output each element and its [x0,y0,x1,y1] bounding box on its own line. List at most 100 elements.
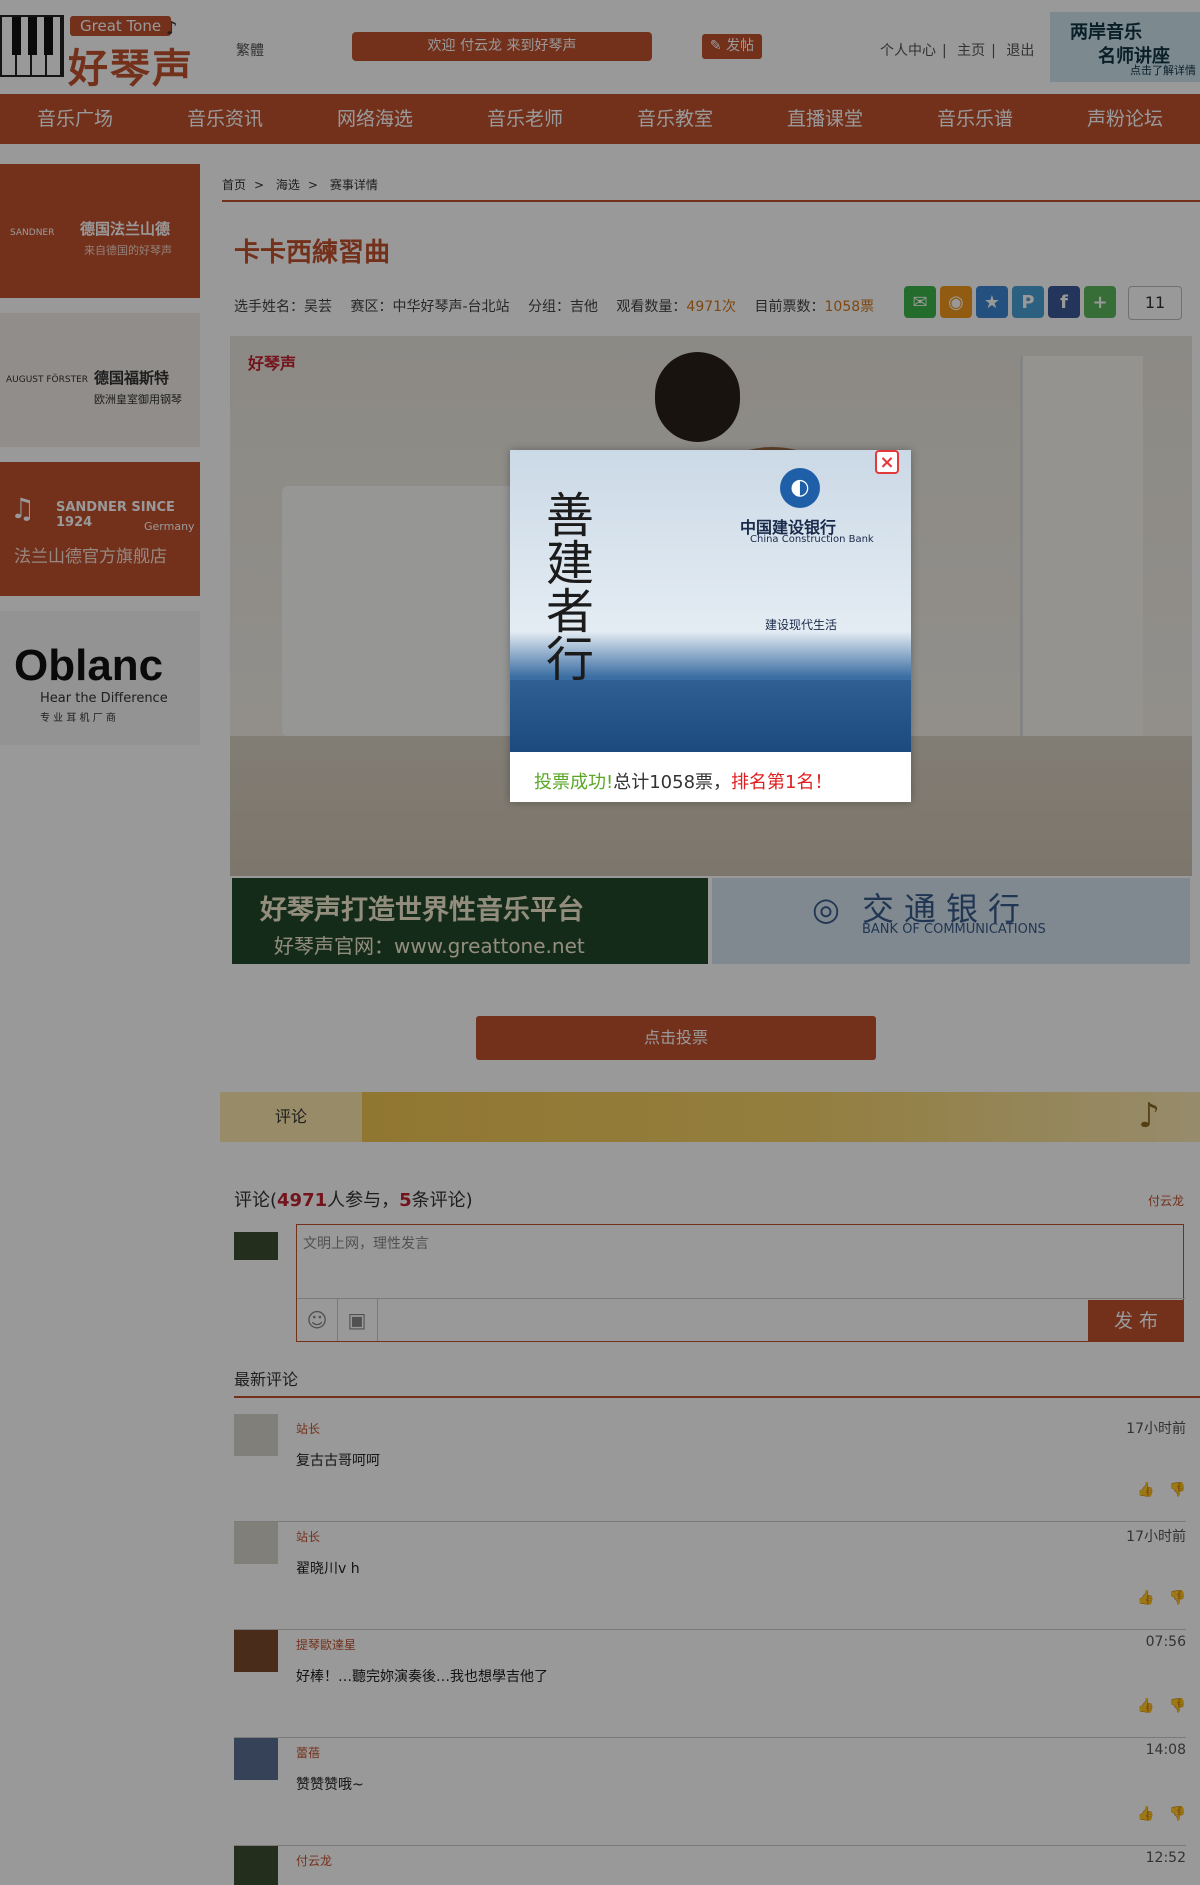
breadcrumb-home[interactable]: 首页 [222,178,246,192]
view-count: 4971次 [686,299,737,315]
comment-input[interactable]: 文明上网，理性发言 ☺ ▣ 发 布 [296,1224,1185,1342]
pinterest-icon[interactable]: P [1012,286,1044,318]
edit-icon: ✎ [709,38,722,54]
facebook-icon[interactable]: f [1048,286,1080,318]
avatar[interactable] [234,1414,278,1456]
thumbs-up-icon[interactable]: 👍 [1137,1482,1154,1498]
post-button[interactable]: ✎ 发帖 [702,34,762,59]
nav-item-music-news[interactable]: 音乐资讯 [150,94,300,144]
piano-image [282,486,532,736]
thumbs-up-icon[interactable]: 👍 [1137,1698,1154,1714]
publish-button[interactable]: 发 布 [1088,1300,1184,1342]
vote-count: 1058票 [824,299,875,315]
comment-author[interactable]: 站长 [296,1420,320,1437]
nav-item-forum[interactable]: 声粉论坛 [1050,94,1200,144]
comment-time: 17小时前 [1126,1529,1186,1545]
region: 中华好琴声-台北站 [392,299,510,315]
comment-author[interactable]: 站长 [296,1528,320,1545]
thumbs-down-icon[interactable]: 👎 [1169,1590,1186,1606]
qzone-icon[interactable]: ★ [976,286,1008,318]
comment-item: 付云龙 12:52 [234,1846,1186,1885]
language-switch[interactable]: 繁體 [236,40,264,60]
comment-time: 12:52 [1145,1850,1186,1866]
comment-item: 站长 复古古哥呵呵 17小时前 👍 👎 [234,1414,1186,1522]
comment-author[interactable]: 蕾蓓 [296,1744,320,1761]
comment-text: 赞赞赞哦~ [296,1777,364,1793]
nav-item-online-audition[interactable]: 网络海选 [300,94,450,144]
vote-success-modal: 善建者行 ◐ 中国建设银行 China Construction Bank 建设… [510,450,911,802]
logo-piano-keys-icon[interactable] [0,15,64,77]
group: 吉他 [569,299,598,315]
comments-bar: ♪ [220,1092,1200,1142]
vote-result-message: 投票成功!总计1058票，排名第1名！ [534,772,833,793]
comment-count: 评论(4971人参与，5条评论) [234,1190,473,1211]
bank-tagline: 建设现代生活 [765,618,838,632]
video-watermark: 好琴声 [248,354,297,373]
nav-item-classroom[interactable]: 音乐教室 [600,94,750,144]
ad-brand: SANDNER [10,228,55,238]
comment-time: 07:56 [1145,1634,1186,1650]
nav-item-scores[interactable]: 音乐乐谱 [900,94,1050,144]
greattone-ad[interactable]: 好琴声打造世界性音乐平台 好琴声官网：www.greattone.net [232,878,708,964]
link-logout[interactable]: 退出 [1006,43,1034,59]
bank-logo-icon: ◎ [812,890,840,928]
close-icon[interactable]: × [875,450,899,474]
post-button-label: 发帖 [726,38,755,54]
thumbs-up-icon[interactable]: 👍 [1137,1590,1154,1606]
avatar [234,1232,278,1260]
comment-author[interactable]: 提琴歐達星 [296,1636,356,1653]
link-home[interactable]: 主页 [957,43,985,59]
divider [222,200,1200,202]
city-skyline-image [510,680,911,752]
nav-item-music-square[interactable]: 音乐广场 [0,94,150,144]
vote-button[interactable]: 点击投票 [476,1016,876,1060]
avatar[interactable] [234,1630,278,1672]
bank-name-en: China Construction Bank [750,534,874,545]
top-links: 个人中心 | 主页 | 退出 [880,43,1035,59]
divider [234,1396,1200,1398]
weibo-icon[interactable]: ◉ [940,286,972,318]
sidebar-ad-forster[interactable]: 德国福斯特 欧洲皇室御用钢琴 AUGUST FÖRSTER [0,313,200,447]
nav-item-live[interactable]: 直播课堂 [750,94,900,144]
player-name: 吴芸 [304,299,332,315]
thumbs-down-icon[interactable]: 👎 [1169,1482,1186,1498]
bocom-ad[interactable]: 交通银行 BANK OF COMMUNICATIONS ◎ [712,878,1190,964]
more-icon[interactable]: + [1084,286,1116,318]
ad-cn: 法兰山德官方旗舰店 [14,547,167,567]
logo-english[interactable]: Great Tone [70,16,172,36]
ccb-ad-image[interactable]: 善建者行 ◐ 中国建设银行 China Construction Bank 建设… [510,450,911,752]
violin-icon: ♪ [1138,1096,1160,1136]
sidebar-ad-sandner[interactable]: 德国法兰山德 来自德国的好琴声 SANDNER [0,164,200,298]
share-bar: ✉ ◉ ★ P f + [904,286,1116,318]
emoji-icon[interactable]: ☺ [297,1299,338,1341]
wechat-icon[interactable]: ✉ [904,286,936,318]
comment-time: 17小时前 [1126,1421,1186,1437]
sidebar-ad-sandner-store[interactable]: SANDNER SINCE 1924 Germany 法兰山德官方旗舰店 ♫ [0,462,200,596]
ad-brand: AUGUST FÖRSTER [6,375,89,385]
avatar[interactable] [234,1522,278,1564]
ad-cn: 专 业 耳 机 厂 商 [40,713,116,724]
comment-author[interactable]: 付云龙 [296,1852,332,1869]
banner-line1: 两岸音乐 [1070,22,1142,43]
thumbs-down-icon[interactable]: 👎 [1169,1806,1186,1822]
current-user[interactable]: 付云龙 [1148,1192,1184,1209]
breadcrumb: 首页 > 海选 > 赛事详情 [222,178,378,192]
link-profile[interactable]: 个人中心 [880,43,936,59]
share-count: 11 [1128,286,1182,320]
comment-text: 复古古哥呵呵 [296,1453,380,1469]
comment-placeholder: 文明上网，理性发言 [303,1236,429,1252]
image-icon[interactable]: ▣ [337,1299,378,1341]
thumbs-down-icon[interactable]: 👎 [1169,1698,1186,1714]
logo-chinese[interactable]: 好琴声 [68,36,194,94]
avatar[interactable] [234,1738,278,1780]
banner-line3: 点击了解详情 [1130,64,1196,77]
breadcrumb-audition[interactable]: 海选 [276,178,300,192]
lecture-banner[interactable]: 两岸音乐 名师讲座 点击了解详情 [1050,12,1200,82]
comment-item: 提琴歐達星 好棒！…聽完妳演奏後…我也想學吉他了 07:56 👍 👎 [234,1630,1186,1738]
sidebar-ad-oblanc[interactable]: Oblanc Hear the Difference 专 业 耳 机 厂 商 [0,611,200,745]
avatar[interactable] [234,1846,278,1885]
entry-meta: 选手姓名：吴芸 赛区：中华好琴声-台北站 分组：吉他 观看数量：4971次 目前… [234,299,875,315]
nav-item-teachers[interactable]: 音乐老师 [450,94,600,144]
thumbs-up-icon[interactable]: 👍 [1137,1806,1154,1822]
tab-comments[interactable]: 评论 [220,1092,362,1142]
